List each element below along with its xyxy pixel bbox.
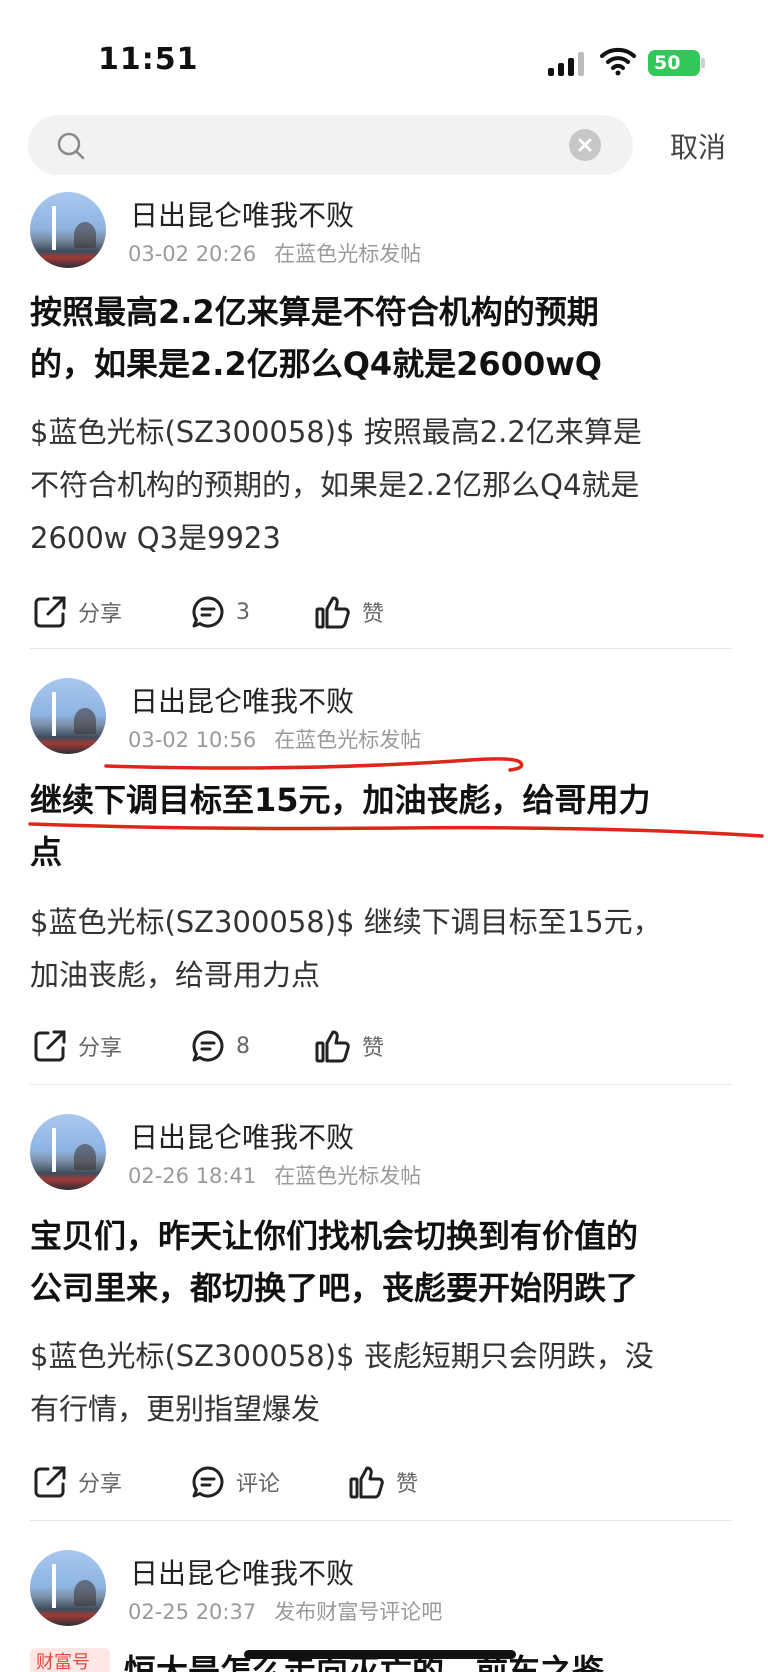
post-title-line: 点 [30, 833, 63, 871]
post-body-line: $蓝色光标(SZ300058)$ 丧彪短期只会阴跌，没 [30, 1339, 654, 1373]
post-body-line: $蓝色光标(SZ300058)$ 按照最高2.2亿来算是 [30, 415, 642, 449]
divider [30, 1520, 732, 1521]
post-date: 02-26 18:41 [128, 1164, 257, 1188]
post-body-line: 2600w Q3是9923 [30, 521, 281, 555]
comment-button[interactable]: 8 [190, 1026, 250, 1066]
post-title[interactable]: 继续下调目标至15元，加油丧彪，给哥用力 点 [30, 774, 740, 878]
share-button[interactable]: 分享 [32, 1462, 122, 1502]
comment-button[interactable]: 评论 [190, 1462, 280, 1502]
post-title-line: 宝贝们，昨天让你们找机会切换到有价值的 [30, 1217, 639, 1255]
share-label: 分享 [78, 1472, 123, 1497]
post-meta: 02-25 20:37 发布财富号评论吧 [128, 1596, 442, 1626]
battery-icon: 50 [648, 50, 700, 76]
comment-icon [192, 596, 224, 628]
post-body[interactable]: $蓝色光标(SZ300058)$ 继续下调目标至15元， 加油丧彪，给哥用力点 [30, 896, 742, 1002]
like-label: 赞 [362, 1036, 385, 1061]
post-title-line: 按照最高2.2亿来算是不符合机构的预期 [30, 293, 599, 331]
author-name[interactable]: 日出昆仑唯我不败 [130, 680, 354, 720]
post-body-line: 有行情，更别指望爆发 [30, 1392, 321, 1426]
share-label: 分享 [78, 1036, 123, 1061]
divider [30, 1084, 732, 1085]
post-title[interactable]: 宝贝们，昨天让你们找机会切换到有价值的 公司里来，都切换了吧，丧彪要开始阴跌了 [30, 1210, 740, 1314]
share-label: 分享 [78, 602, 123, 627]
post-source: 在蓝色光标发帖 [274, 728, 422, 752]
divider [30, 648, 732, 649]
cellular-signal-icon [548, 52, 588, 76]
share-button[interactable]: 分享 [32, 1026, 122, 1066]
post-title-line: 继续下调目标至15元，加油丧彪，给哥用力 [30, 781, 651, 819]
home-indicator[interactable] [244, 1650, 516, 1659]
comment-button[interactable]: 3 [190, 592, 250, 632]
thumbs-up-icon [315, 596, 350, 629]
comment-count: 3 [236, 599, 250, 625]
like-button[interactable]: 赞 [314, 592, 384, 632]
post-body-line: 加油丧彪，给哥用力点 [30, 958, 321, 992]
battery-cap [701, 58, 705, 68]
thumbs-up-icon [315, 1030, 350, 1063]
post-date: 03-02 10:56 [128, 728, 257, 752]
post-body[interactable]: $蓝色光标(SZ300058)$ 丧彪短期只会阴跌，没 有行情，更别指望爆发 [30, 1330, 742, 1436]
like-button[interactable]: 赞 [348, 1462, 418, 1502]
thumbs-up-icon [349, 1466, 384, 1499]
search-bar[interactable] [28, 115, 633, 175]
post-meta: 03-02 10:56 在蓝色光标发帖 [128, 724, 421, 754]
post-source: 在蓝色光标发帖 [274, 242, 422, 266]
post-actions: 分享 3 赞 [0, 592, 768, 632]
post-body-line: 不符合机构的预期的，如果是2.2亿那么Q4就是 [30, 468, 640, 502]
author-name[interactable]: 日出昆仑唯我不败 [130, 194, 354, 234]
share-icon [34, 596, 66, 628]
caifuhao-badge: 财富号 [30, 1648, 110, 1672]
like-label: 赞 [396, 1472, 419, 1497]
avatar[interactable] [30, 678, 106, 754]
wifi-icon [600, 47, 636, 76]
avatar[interactable] [30, 1114, 106, 1190]
share-icon [34, 1466, 66, 1498]
cancel-button[interactable]: 取消 [670, 126, 726, 166]
post-title-line: 公司里来，都切换了吧，丧彪要开始阴跌了 [30, 1269, 639, 1307]
comment-icon [192, 1030, 224, 1062]
like-label: 赞 [362, 602, 385, 627]
search-icon [57, 132, 85, 160]
post-date: 03-02 20:26 [128, 242, 257, 266]
avatar[interactable] [30, 1550, 106, 1626]
post-title[interactable]: 按照最高2.2亿来算是不符合机构的预期 的，如果是2.2亿那么Q4就是2600w… [30, 286, 740, 390]
post-source: 发布财富号评论吧 [274, 1600, 443, 1624]
comment-icon [192, 1466, 224, 1498]
post-meta: 03-02 20:26 在蓝色光标发帖 [128, 238, 421, 268]
comment-label: 评论 [236, 1472, 281, 1497]
post-title-line: 的，如果是2.2亿那么Q4就是2600wQ [30, 345, 602, 383]
post-body-line: $蓝色光标(SZ300058)$ 继续下调目标至15元， [30, 905, 662, 939]
post-meta: 02-26 18:41 在蓝色光标发帖 [128, 1160, 421, 1190]
share-button[interactable]: 分享 [32, 592, 122, 632]
author-name[interactable]: 日出昆仑唯我不败 [130, 1552, 354, 1592]
post-actions: 分享 8 赞 [0, 1026, 768, 1066]
post-date: 02-25 20:37 [128, 1600, 257, 1624]
comment-count: 8 [236, 1033, 250, 1059]
search-input[interactable] [98, 125, 578, 165]
like-button[interactable]: 赞 [314, 1026, 384, 1066]
post-actions: 分享 评论 赞 [0, 1462, 768, 1502]
post-source: 在蓝色光标发帖 [274, 1164, 422, 1188]
clear-search-icon[interactable] [569, 129, 601, 161]
status-time: 11:51 [98, 42, 199, 77]
status-bar: 11:51 50 [0, 0, 768, 110]
avatar[interactable] [30, 192, 106, 268]
share-icon [34, 1030, 66, 1062]
author-name[interactable]: 日出昆仑唯我不败 [130, 1116, 354, 1156]
post-body[interactable]: $蓝色光标(SZ300058)$ 按照最高2.2亿来算是 不符合机构的预期的，如… [30, 406, 742, 565]
